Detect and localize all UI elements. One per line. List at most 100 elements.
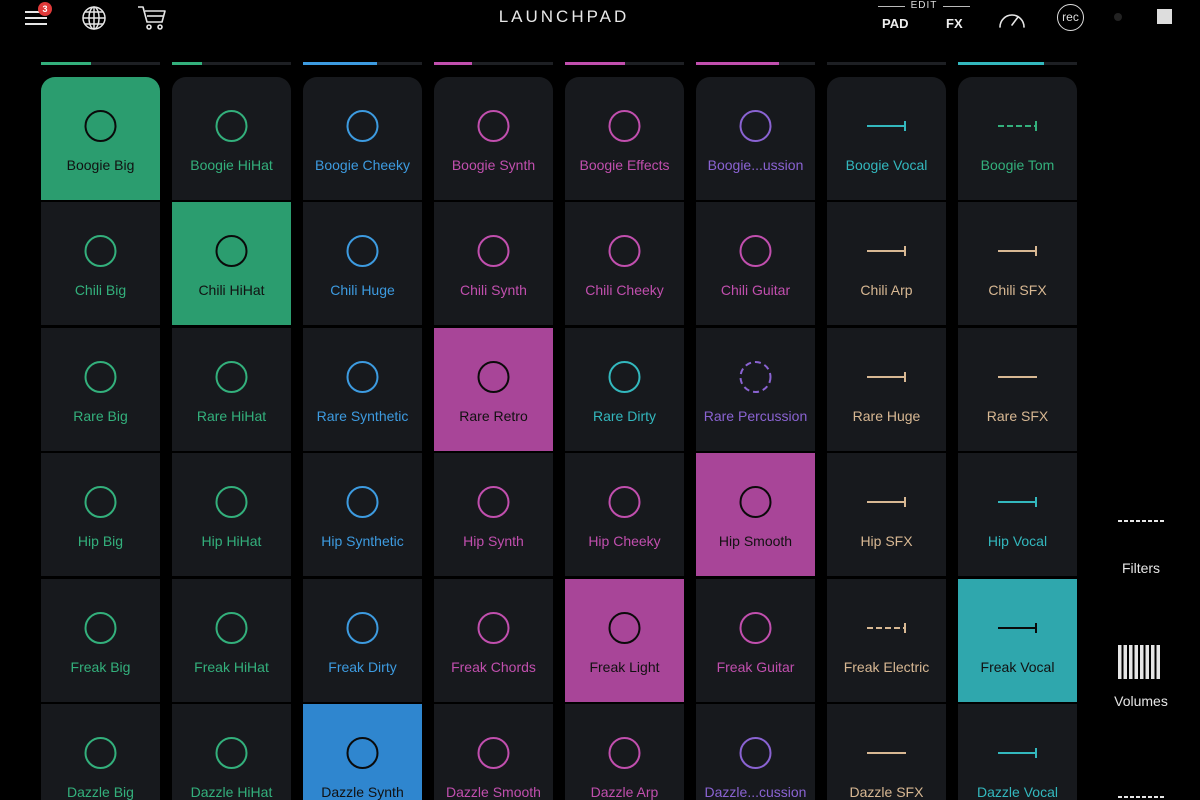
- pad-chili-big[interactable]: Chili Big: [41, 202, 160, 325]
- pad-dazzle-sfx[interactable]: Dazzle SFX: [827, 704, 946, 800]
- pad-hip-synthetic[interactable]: Hip Synthetic: [303, 453, 422, 576]
- record-button[interactable]: rec: [1057, 4, 1084, 31]
- pad-freak-big[interactable]: Freak Big: [41, 579, 160, 702]
- circle-icon: [434, 611, 553, 645]
- column-progress-1: [41, 62, 160, 65]
- pad-label: Chili Guitar: [720, 282, 791, 298]
- column-progress-fill: [303, 62, 377, 65]
- pad-rare-big[interactable]: Rare Big: [41, 328, 160, 451]
- pad-hip-cheeky[interactable]: Hip Cheeky: [565, 453, 684, 576]
- pad-hip-smooth[interactable]: Hip Smooth: [696, 453, 815, 576]
- stop-button[interactable]: [1157, 9, 1172, 24]
- pad-label: Boogie...ussion: [707, 157, 804, 173]
- circle-icon: [434, 485, 553, 519]
- volumes-label: Volumes: [1114, 693, 1168, 709]
- dashed-line-end-icon: [958, 109, 1077, 143]
- pad-chili-huge[interactable]: Chili Huge: [303, 202, 422, 325]
- pad-boogie-synth[interactable]: Boogie Synth: [434, 77, 553, 200]
- speed-gauge-icon[interactable]: [996, 4, 1028, 32]
- pad-rare-dirty[interactable]: Rare Dirty: [565, 328, 684, 451]
- pad-label: Chili Arp: [860, 282, 913, 298]
- pad-freak-chords[interactable]: Freak Chords: [434, 579, 553, 702]
- circle-icon: [696, 109, 815, 143]
- pad-rare-sfx[interactable]: Rare SFX: [958, 328, 1077, 451]
- circle-icon: [696, 485, 815, 519]
- pad-boogie-big[interactable]: Boogie Big: [41, 77, 160, 200]
- pad-dazzle-synth[interactable]: Dazzle Synth: [303, 704, 422, 800]
- line-end-icon: [827, 109, 946, 143]
- volumes-control[interactable]: Volumes: [1100, 644, 1182, 709]
- circle-icon: [41, 109, 160, 143]
- column-progress-6: [696, 62, 815, 65]
- pad-label: Dazzle Smooth: [446, 784, 541, 800]
- line-end-icon: [827, 234, 946, 268]
- pad-chili-hihat[interactable]: Chili HiHat: [172, 202, 291, 325]
- circle-icon: [172, 234, 291, 268]
- pad-label: Freak Light: [589, 659, 660, 675]
- pad-boogie-hihat[interactable]: Boogie HiHat: [172, 77, 291, 200]
- pad-freak-light[interactable]: Freak Light: [565, 579, 684, 702]
- pad-freak-hihat[interactable]: Freak HiHat: [172, 579, 291, 702]
- pad-dazzle-arp[interactable]: Dazzle Arp: [565, 704, 684, 800]
- line-icon: [827, 736, 946, 770]
- pad-label: Rare Retro: [459, 408, 528, 424]
- pad-chili-arp[interactable]: Chili Arp: [827, 202, 946, 325]
- pad-boogie-vocal[interactable]: Boogie Vocal: [827, 77, 946, 200]
- pad-dazzle-big[interactable]: Dazzle Big: [41, 704, 160, 800]
- circle-icon: [303, 485, 422, 519]
- pad-label: Dazzle HiHat: [190, 784, 273, 800]
- mode-fx-button[interactable]: FX: [946, 16, 963, 31]
- pad-freak-guitar[interactable]: Freak Guitar: [696, 579, 815, 702]
- pad-rare-retro[interactable]: Rare Retro: [434, 328, 553, 451]
- pad-rare-huge[interactable]: Rare Huge: [827, 328, 946, 451]
- pad-rare-percussion[interactable]: Rare Percussion: [696, 328, 815, 451]
- circle-icon: [696, 234, 815, 268]
- circle-icon: [696, 736, 815, 770]
- pad-freak-dirty[interactable]: Freak Dirty: [303, 579, 422, 702]
- pad-boogie-cheeky[interactable]: Boogie Cheeky: [303, 77, 422, 200]
- top-bar: 3 LAUNCHPAD EDIT PAD FX rec: [0, 0, 1200, 40]
- pad-label: Hip Smooth: [718, 533, 793, 549]
- pad-hip-big[interactable]: Hip Big: [41, 453, 160, 576]
- dashed-line-end-icon: [827, 611, 946, 645]
- pad-freak-vocal[interactable]: Freak Vocal: [958, 579, 1077, 702]
- pad-dazzle-cussion[interactable]: Dazzle...cussion: [696, 704, 815, 800]
- pad-grid: Boogie Big Boogie HiHat Boogie Cheeky Boogi…: [41, 77, 1077, 800]
- pad-hip-synth[interactable]: Hip Synth: [434, 453, 553, 576]
- pad-boogie-ussion[interactable]: Boogie...ussion: [696, 77, 815, 200]
- filters-control[interactable]: Filters: [1100, 512, 1182, 576]
- mode-pad-button[interactable]: PAD: [882, 16, 908, 31]
- line-end-icon: [958, 611, 1077, 645]
- pad-rare-synthetic[interactable]: Rare Synthetic: [303, 328, 422, 451]
- pad-chili-cheeky[interactable]: Chili Cheeky: [565, 202, 684, 325]
- circle-icon: [434, 360, 553, 394]
- pad-label: Hip SFX: [860, 533, 913, 549]
- circle-icon: [41, 485, 160, 519]
- pad-label: Dazzle Synth: [321, 784, 404, 800]
- pad-label: Boogie Big: [66, 157, 135, 173]
- circle-icon: [172, 360, 291, 394]
- pad-hip-sfx[interactable]: Hip SFX: [827, 453, 946, 576]
- pad-chili-sfx[interactable]: Chili SFX: [958, 202, 1077, 325]
- pad-label: Rare Big: [73, 408, 128, 424]
- line-end-icon: [827, 485, 946, 519]
- pad-label: Freak Chords: [451, 659, 536, 675]
- pad-chili-guitar[interactable]: Chili Guitar: [696, 202, 815, 325]
- mode-switch[interactable]: EDIT PAD FX: [876, 0, 972, 36]
- column-progress-7: [827, 62, 946, 65]
- pad-hip-vocal[interactable]: Hip Vocal: [958, 453, 1077, 576]
- pad-freak-electric[interactable]: Freak Electric: [827, 579, 946, 702]
- pad-dazzle-smooth[interactable]: Dazzle Smooth: [434, 704, 553, 800]
- pad-hip-hihat[interactable]: Hip HiHat: [172, 453, 291, 576]
- pad-dazzle-vocal[interactable]: Dazzle Vocal: [958, 704, 1077, 800]
- pad-dazzle-hihat[interactable]: Dazzle HiHat: [172, 704, 291, 800]
- pad-label: Dazzle Arp: [590, 784, 659, 800]
- more-control[interactable]: [1100, 788, 1182, 800]
- pad-boogie-effects[interactable]: Boogie Effects: [565, 77, 684, 200]
- column-progress-5: [565, 62, 684, 65]
- pad-chili-synth[interactable]: Chili Synth: [434, 202, 553, 325]
- pad-rare-hihat[interactable]: Rare HiHat: [172, 328, 291, 451]
- pad-label: Boogie Tom: [980, 157, 1055, 173]
- circle-icon: [565, 736, 684, 770]
- pad-boogie-tom[interactable]: Boogie Tom: [958, 77, 1077, 200]
